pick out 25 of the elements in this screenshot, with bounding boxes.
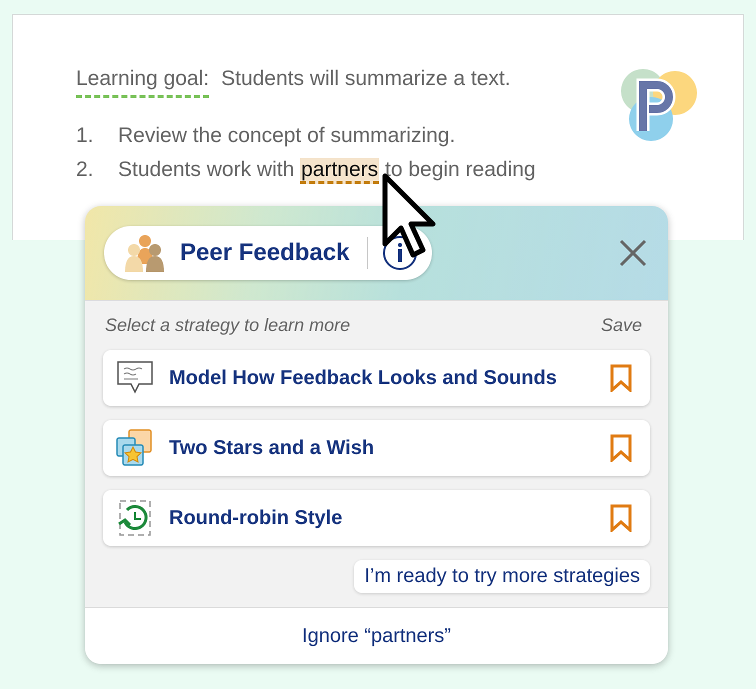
strategy-item[interactable]: Model How Feedback Looks and Sounds	[103, 350, 650, 406]
strategy-item[interactable]: Round-robin Style	[103, 490, 650, 546]
category-title: Peer Feedback	[180, 239, 350, 267]
people-group-icon	[124, 234, 166, 272]
bookmark-icon[interactable]	[610, 364, 632, 392]
highlighted-word[interactable]: partners	[300, 158, 380, 184]
more-strategies-button[interactable]: I’m ready to try more strategies	[354, 560, 650, 593]
goal-text: Students will summarize a text.	[221, 67, 511, 91]
speech-bubble-icon	[115, 360, 155, 396]
star-cards-icon	[115, 428, 155, 468]
bookmark-icon[interactable]	[610, 504, 632, 532]
strategy-title: Two Stars and a Wish	[169, 436, 376, 460]
bookmark-icon[interactable]	[610, 434, 632, 462]
strategy-title: Round-robin Style	[169, 506, 344, 530]
goal-label: Learning goal:	[76, 67, 210, 98]
hint-text: Select a strategy to learn more	[105, 315, 350, 336]
step-text: Review the concept of summarizing.	[118, 124, 456, 148]
save-label: Save	[600, 315, 642, 336]
ignore-button[interactable]: Ignore “partners”	[85, 607, 668, 664]
strategy-item[interactable]: Two Stars and a Wish	[103, 420, 650, 476]
step-number: 2.	[76, 158, 95, 182]
strategy-title: Model How Feedback Looks and Sounds	[169, 366, 558, 390]
close-button[interactable]	[618, 238, 648, 268]
step-text: Students work with partners to begin reading	[118, 158, 536, 182]
step-number: 1.	[76, 124, 95, 148]
